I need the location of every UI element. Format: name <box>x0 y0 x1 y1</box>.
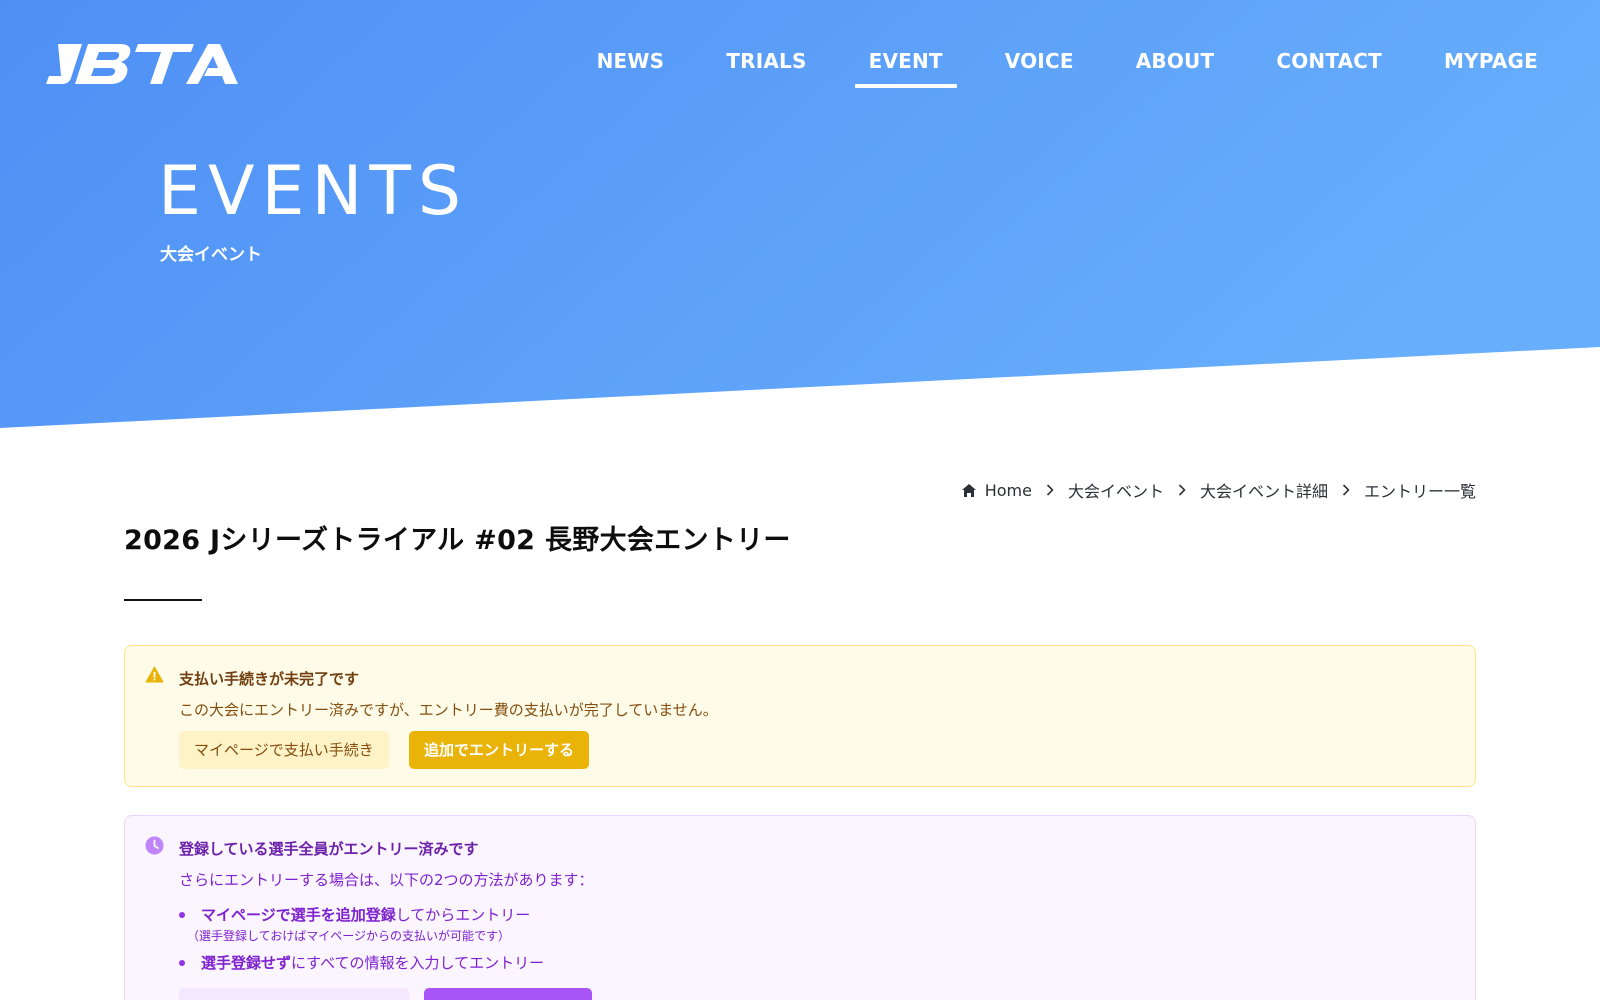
nav-mypage[interactable]: MYPAGE <box>1413 44 1538 88</box>
nav-trials[interactable]: TRIALS <box>695 44 837 88</box>
guest-entry-button[interactable] <box>424 988 592 1000</box>
option1-text: してからエントリー <box>395 906 531 924</box>
hero-title: EVENTS <box>158 152 469 231</box>
payment-alert-body: この大会にエントリー済みですが、エントリー費の支払いが完了していません。 <box>179 701 718 719</box>
entry-info-body: さらにエントリーする場合は、以下の2つの方法があります： <box>179 871 594 889</box>
jbta-logo[interactable] <box>44 38 240 86</box>
breadcrumb-events[interactable]: 大会イベント <box>1068 478 1164 502</box>
nav-event[interactable]: EVENT <box>838 44 974 88</box>
hero-banner: NEWS TRIALS EVENT VOICE ABOUT CONTACT MY… <box>0 0 1600 430</box>
entry-info-alert: 登録している選手全員がエントリー済みです さらにエントリーする場合は、以下の2つ… <box>124 815 1476 1000</box>
payment-alert-heading: 支払い手続きが未完了です <box>179 670 360 688</box>
payment-alert: 支払い手続きが未完了です この大会にエントリー済みですが、エントリー費の支払いが… <box>124 645 1476 787</box>
chevron-right-icon <box>1342 484 1350 496</box>
nav-voice[interactable]: VOICE <box>974 44 1105 88</box>
home-icon <box>961 483 977 498</box>
title-divider <box>124 599 202 601</box>
list-item: マイページで選手を追加登録してからエントリー （選手登録しておけばマイページから… <box>179 904 544 944</box>
chevron-right-icon <box>1046 484 1054 496</box>
mypage-payment-button[interactable]: マイページで支払い手続き <box>179 731 389 769</box>
breadcrumb: Home 大会イベント 大会イベント詳細 エントリー一覧 <box>961 478 1476 502</box>
option2-bold: 選手登録せず <box>201 954 292 972</box>
page-title: 2026 Jシリーズトライアル #02 長野大会エントリー <box>124 525 791 556</box>
hero-subtitle: 大会イベント <box>160 245 262 265</box>
list-item: 選手登録せずにすべての情報を入力してエントリー <box>179 952 544 973</box>
mypage-register-button[interactable] <box>179 988 409 1000</box>
breadcrumb-event-detail[interactable]: 大会イベント詳細 <box>1200 478 1328 502</box>
warning-triangle-icon <box>145 666 164 687</box>
clock-icon <box>145 836 164 859</box>
entry-options-list: マイページで選手を追加登録してからエントリー （選手登録しておけばマイページから… <box>179 904 544 973</box>
option1-note: （選手登録しておけばマイページからの支払いが可能です） <box>187 929 511 943</box>
entry-info-heading: 登録している選手全員がエントリー済みです <box>179 840 479 858</box>
main-nav: NEWS TRIALS EVENT VOICE ABOUT CONTACT MY… <box>566 44 1538 88</box>
add-entry-button[interactable]: 追加でエントリーする <box>409 731 590 769</box>
nav-news[interactable]: NEWS <box>566 44 696 88</box>
option1-bold: マイページで選手を追加登録 <box>201 906 396 924</box>
breadcrumb-home[interactable]: Home <box>985 481 1032 500</box>
breadcrumb-entry-list: エントリー一覧 <box>1363 482 1476 501</box>
nav-about[interactable]: ABOUT <box>1105 44 1246 88</box>
option2-text: にすべての情報を入力してエントリー <box>291 954 545 972</box>
chevron-right-icon <box>1178 484 1186 496</box>
nav-contact[interactable]: CONTACT <box>1245 44 1413 88</box>
